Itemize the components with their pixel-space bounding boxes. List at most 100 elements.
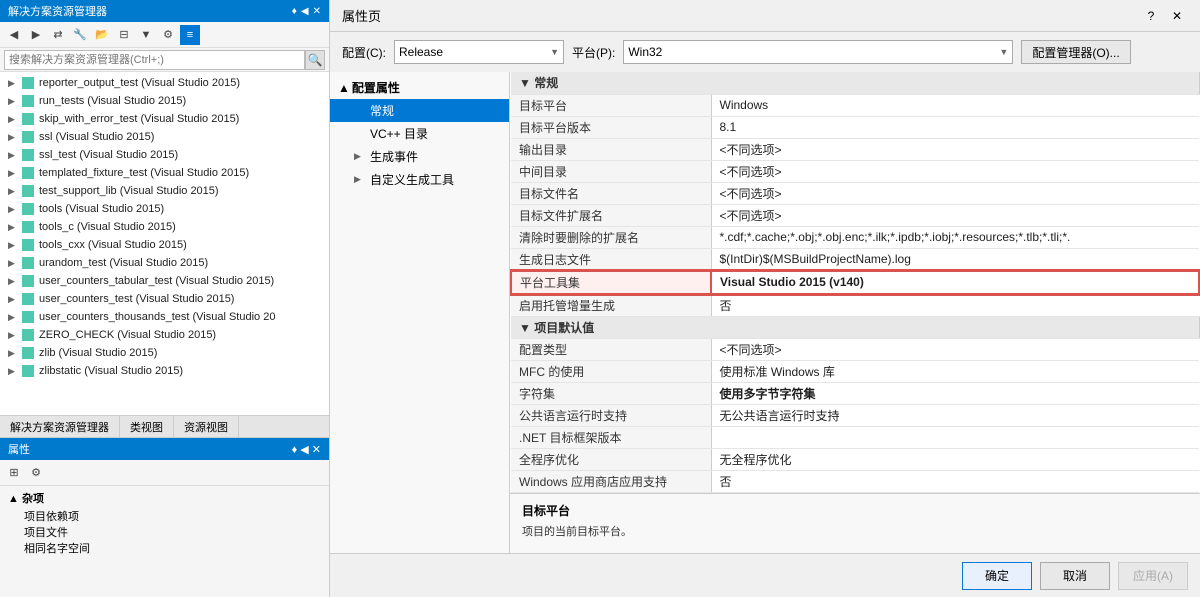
tree-item-8[interactable]: ▶ tools_c (Visual Studio 2015) bbox=[0, 218, 329, 236]
config-tree-general[interactable]: 常规 bbox=[330, 99, 509, 122]
row-mfc-use[interactable]: MFC 的使用 使用标准 Windows 库 bbox=[511, 360, 1199, 382]
property-pages-dialog: 属性页 ? ✕ 配置(C): Release ▼ 平台(P): Win32 ▼ … bbox=[330, 0, 1200, 597]
vcpp-label: VC++ 目录 bbox=[370, 125, 428, 142]
tree-item-15[interactable]: ▶ zlib (Visual Studio 2015) bbox=[0, 344, 329, 362]
dialog-win-controls: ? ✕ bbox=[1140, 5, 1188, 27]
tree-item-14[interactable]: ▶ ZERO_CHECK (Visual Studio 2015) bbox=[0, 326, 329, 344]
dialog-help-button[interactable]: ? bbox=[1140, 5, 1162, 27]
tree-item-2[interactable]: ▶ skip_with_error_test (Visual Studio 20… bbox=[0, 110, 329, 128]
properties-button[interactable]: 🔧 bbox=[70, 25, 90, 45]
sync-button[interactable]: ⇄ bbox=[48, 25, 68, 45]
config-value: Release bbox=[399, 45, 443, 59]
prop-grid-btn[interactable]: ⊞ bbox=[4, 463, 24, 483]
project-icon-8 bbox=[20, 219, 36, 235]
prop-close-icon[interactable]: ✕ bbox=[312, 444, 321, 456]
row-wpo[interactable]: 全程序优化 无全程序优化 bbox=[511, 448, 1199, 470]
tree-item-16[interactable]: ▶ zlibstatic (Visual Studio 2015) bbox=[0, 362, 329, 380]
expander-15: ▶ bbox=[8, 348, 20, 359]
section-header-defaults: ▼ 项目默认值 bbox=[511, 316, 1199, 338]
prop-item-2[interactable]: 相同名字空间 bbox=[8, 540, 321, 556]
row-config-type[interactable]: 配置类型 <不同选项> bbox=[511, 338, 1199, 360]
row-d-value-2: 使用多字节字符集 bbox=[711, 382, 1199, 404]
cancel-button[interactable]: 取消 bbox=[1040, 562, 1110, 590]
prop-content: ▲ 杂项 项目依赖项 项目文件 相同名字空间 bbox=[0, 486, 329, 597]
row-build-log[interactable]: 生成日志文件 $(IntDir)$(MSBuildProjectName).lo… bbox=[511, 248, 1199, 271]
collapse-button[interactable]: ⊟ bbox=[114, 25, 134, 45]
tree-item-12[interactable]: ▶ user_counters_test (Visual Studio 2015… bbox=[0, 290, 329, 308]
tree-item-3[interactable]: ▶ ssl (Visual Studio 2015) bbox=[0, 128, 329, 146]
row-target-ext[interactable]: 目标文件扩展名 <不同选项> bbox=[511, 204, 1199, 226]
row-output-dir[interactable]: 输出目录 <不同选项> bbox=[511, 138, 1199, 160]
tree-item-9[interactable]: ▶ tools_cxx (Visual Studio 2015) bbox=[0, 236, 329, 254]
show-all-button[interactable]: 📂 bbox=[92, 25, 112, 45]
dialog-close-button[interactable]: ✕ bbox=[1166, 5, 1188, 27]
expander-12: ▶ bbox=[8, 294, 20, 305]
row-clean-ext[interactable]: 清除时要删除的扩展名 *.cdf;*.cache;*.obj;*.obj.enc… bbox=[511, 226, 1199, 248]
row-value-3: <不同选项> bbox=[711, 160, 1199, 182]
config-tree-custom-build[interactable]: ▶ 自定义生成工具 bbox=[330, 168, 509, 191]
row-d-name-5: 全程序优化 bbox=[511, 448, 711, 470]
filter-button[interactable]: ⚙ bbox=[158, 25, 178, 45]
tab-class-view[interactable]: 类视图 bbox=[120, 416, 174, 437]
row-target-platform[interactable]: 目标平台 Windows bbox=[511, 94, 1199, 116]
description-text: 项目的当前目标平台。 bbox=[522, 523, 1188, 539]
tree-label-15: zlib (Visual Studio 2015) bbox=[39, 347, 157, 359]
search-button[interactable]: 🔍 bbox=[305, 50, 325, 70]
properties-panel: 属性 ♦ ◀ ✕ ⊞ ⚙ ▲ 杂项 项目依赖项 项目文件 相同名字空间 bbox=[0, 437, 329, 597]
project-icon-11 bbox=[20, 273, 36, 289]
row-int-dir[interactable]: 中间目录 <不同选项> bbox=[511, 160, 1199, 182]
config-tree-section: ▲ 配置属性 bbox=[330, 76, 509, 99]
ok-button[interactable]: 确定 bbox=[962, 562, 1032, 590]
prop-settings-btn[interactable]: ⚙ bbox=[26, 463, 46, 483]
apply-button[interactable]: 应用(A) bbox=[1118, 562, 1188, 590]
platform-label: 平台(P): bbox=[572, 44, 615, 61]
row-d-value-1: 使用标准 Windows 库 bbox=[711, 360, 1199, 382]
tree-item-4[interactable]: ▶ ssl_test (Visual Studio 2015) bbox=[0, 146, 329, 164]
close-panel-icon[interactable]: ✕ bbox=[313, 6, 321, 17]
tab-resource-view[interactable]: 资源视图 bbox=[174, 416, 239, 437]
config-tree-vcpp[interactable]: VC++ 目录 bbox=[330, 122, 509, 145]
panel-controls: ♦ ◀ ✕ bbox=[292, 6, 321, 17]
tree-item-6[interactable]: ▶ test_support_lib (Visual Studio 2015) bbox=[0, 182, 329, 200]
prop-item-0[interactable]: 项目依赖项 bbox=[8, 508, 321, 524]
dialog-body: ▲ 配置属性 常规 VC++ 目录 ▶ 生成事件 ▶ 自定义生成工具 bbox=[330, 72, 1200, 553]
row-charset[interactable]: 字符集 使用多字节字符集 bbox=[511, 382, 1199, 404]
solution-tree[interactable]: ▶ reporter_output_test (Visual Studio 20… bbox=[0, 72, 329, 415]
row-platform-toolset[interactable]: 平台工具集 Visual Studio 2015 (v140) bbox=[511, 271, 1199, 294]
prop-autohide-icon[interactable]: ◀ bbox=[300, 444, 308, 456]
platform-dropdown[interactable]: Win32 ▼ bbox=[623, 40, 1013, 64]
row-dotnet-target[interactable]: .NET 目标框架版本 bbox=[511, 426, 1199, 448]
tab-solution-explorer[interactable]: 解决方案资源管理器 bbox=[0, 416, 120, 437]
tree-item-11[interactable]: ▶ user_counters_tabular_test (Visual Stu… bbox=[0, 272, 329, 290]
misc-section: ▲ 杂项 bbox=[8, 490, 321, 506]
row-enable-managed[interactable]: 启用托管增量生成 否 bbox=[511, 294, 1199, 317]
row-app-store[interactable]: Windows 应用商店应用支持 否 bbox=[511, 470, 1199, 492]
tree-item-10[interactable]: ▶ urandom_test (Visual Studio 2015) bbox=[0, 254, 329, 272]
row-target-version[interactable]: 目标平台版本 8.1 bbox=[511, 116, 1199, 138]
expander-8: ▶ bbox=[8, 222, 20, 233]
search-input[interactable] bbox=[4, 50, 305, 70]
forward-button[interactable]: ▶ bbox=[26, 25, 46, 45]
prop-pin-icon[interactable]: ♦ bbox=[292, 444, 298, 456]
tree-item-5[interactable]: ▶ templated_fixture_test (Visual Studio … bbox=[0, 164, 329, 182]
row-name-9: 启用托管增量生成 bbox=[511, 294, 711, 317]
tree-item-13[interactable]: ▶ user_counters_thousands_test (Visual S… bbox=[0, 308, 329, 326]
tree-item-0[interactable]: ▶ reporter_output_test (Visual Studio 20… bbox=[0, 74, 329, 92]
props-table: ▼ 常规 目标平台 Windows 目标平台版本 8.1 输出目录 bbox=[510, 72, 1200, 493]
tree-label-6: test_support_lib (Visual Studio 2015) bbox=[39, 185, 219, 197]
pin-icon[interactable]: ♦ bbox=[292, 6, 297, 17]
settings-button[interactable]: ▼ bbox=[136, 25, 156, 45]
tree-label-0: reporter_output_test (Visual Studio 2015… bbox=[39, 77, 240, 89]
config-dropdown[interactable]: Release ▼ bbox=[394, 40, 564, 64]
tree-item-7[interactable]: ▶ tools (Visual Studio 2015) bbox=[0, 200, 329, 218]
tree-item-1[interactable]: ▶ run_tests (Visual Studio 2015) bbox=[0, 92, 329, 110]
row-target-name[interactable]: 目标文件名 <不同选项> bbox=[511, 182, 1199, 204]
autohide-icon[interactable]: ◀ bbox=[301, 6, 309, 17]
back-button[interactable]: ◀ bbox=[4, 25, 24, 45]
settings2-button[interactable]: ≡ bbox=[180, 25, 200, 45]
row-clr-support[interactable]: 公共语言运行时支持 无公共语言运行时支持 bbox=[511, 404, 1199, 426]
row-d-value-4 bbox=[711, 426, 1199, 448]
config-manager-button[interactable]: 配置管理器(O)... bbox=[1021, 40, 1130, 64]
config-tree-build-events[interactable]: ▶ 生成事件 bbox=[330, 145, 509, 168]
prop-item-1[interactable]: 项目文件 bbox=[8, 524, 321, 540]
